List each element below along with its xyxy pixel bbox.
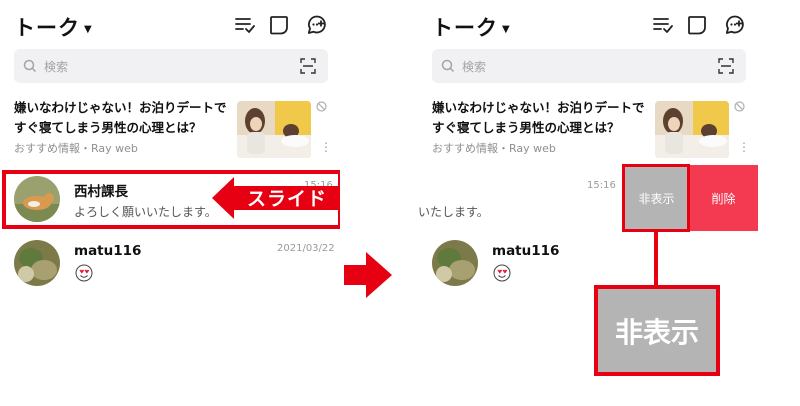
message-time: 15:16	[587, 180, 616, 191]
title-text: トーク	[432, 16, 498, 40]
contact-name: matu116	[74, 243, 142, 259]
heart-eyes-emoji-icon	[75, 264, 93, 282]
new-chat-icon[interactable]	[724, 14, 746, 36]
avatar-plant	[14, 240, 60, 286]
chevron-down-icon: ▼	[502, 23, 511, 35]
contact-name: matu116	[492, 243, 560, 259]
chevron-down-icon: ▼	[84, 23, 93, 35]
avatar-plant	[432, 240, 478, 286]
page-title[interactable]: トーク ▼	[432, 12, 511, 42]
search-bar[interactable]: 検索	[432, 49, 746, 83]
edit-list-icon[interactable]	[652, 14, 674, 36]
article-thumbnail	[237, 101, 311, 158]
talk-list-before-swipe: トーク ▼ 検索 嫌いなわけじゃない！お泊りデートで すぐ寝てしまう男性の心理とは…	[0, 0, 340, 406]
article-title: 嫌いなわけじゃない！お泊りデートで すぐ寝てしまう男性の心理とは？	[432, 100, 645, 135]
hide-ad-icon[interactable]	[316, 101, 327, 112]
hide-button-highlight	[622, 164, 690, 232]
article-source: おすすめ情報・Ray web	[14, 142, 138, 155]
hide-ad-icon[interactable]	[734, 101, 745, 112]
more-options-icon[interactable]: ⋮	[738, 141, 750, 153]
search-icon	[23, 59, 37, 73]
qr-scan-icon[interactable]	[718, 58, 734, 74]
qr-scan-icon[interactable]	[300, 58, 316, 74]
slide-label: スライド	[247, 188, 328, 210]
open-chat-icon[interactable]	[268, 14, 290, 36]
delete-button[interactable]: 削除	[689, 165, 758, 231]
title-text: トーク	[14, 16, 80, 40]
new-chat-icon[interactable]	[306, 14, 328, 36]
open-chat-icon[interactable]	[686, 14, 708, 36]
search-placeholder: 検索	[462, 60, 487, 74]
article-title: 嫌いなわけじゃない！お泊りデートで すぐ寝てしまう男性の心理とは？	[14, 100, 227, 135]
edit-list-icon[interactable]	[234, 14, 256, 36]
next-step-arrow-icon	[344, 252, 392, 298]
search-icon	[441, 59, 455, 73]
search-placeholder: 検索	[44, 60, 69, 74]
hide-callout-label: 非表示	[598, 289, 716, 372]
page-title[interactable]: トーク ▼	[14, 12, 93, 42]
message-time: 2021/03/22	[277, 243, 335, 254]
talk-list-after-swipe: トーク ▼ 検索 嫌いなわけじゃない！お泊りデートで すぐ寝てしまう男性の心理とは…	[418, 0, 758, 406]
last-message-partial: いたします。	[418, 205, 489, 219]
article-thumbnail	[655, 101, 729, 158]
callout-connector	[654, 232, 658, 286]
heart-eyes-emoji-icon	[493, 264, 511, 282]
search-bar[interactable]: 検索	[14, 49, 328, 83]
more-options-icon[interactable]: ⋮	[320, 141, 332, 153]
article-source: おすすめ情報・Ray web	[432, 142, 556, 155]
